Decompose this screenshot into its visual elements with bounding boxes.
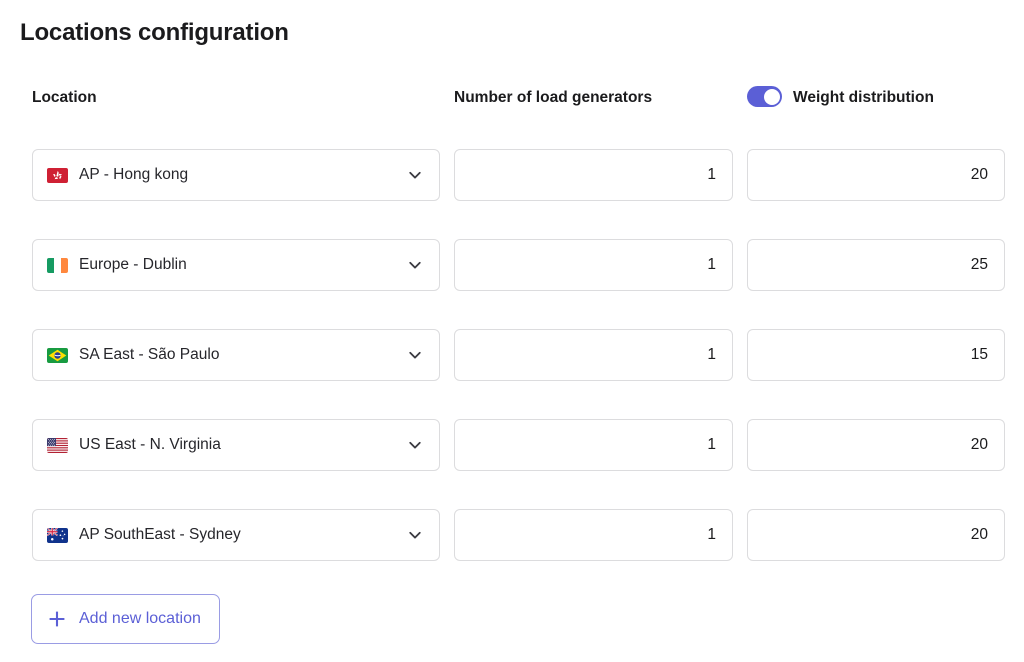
column-header-generators: Number of load generators [454,89,653,106]
location-row: US East - N. Virginia 1 20 [0,419,1024,471]
location-row: SA East - São Paulo 1 15 [0,329,1024,381]
location-row: AP SouthEast - Sydney 1 20 [0,509,1024,561]
load-generators-value: 1 [707,256,716,273]
load-generators-input-4[interactable]: 1 [454,509,733,561]
load-generators-value: 1 [707,346,716,363]
location-select-label: US East - N. Virginia [79,436,221,453]
add-new-location-button[interactable]: Add new location [31,594,220,644]
plus-icon [47,609,67,629]
location-select-2[interactable]: SA East - São Paulo [32,329,440,381]
location-select-0[interactable]: AP - Hong kong [32,149,440,201]
chevron-down-icon[interactable] [407,167,423,183]
load-generators-input-2[interactable]: 1 [454,329,733,381]
location-select-1[interactable]: Europe - Dublin [32,239,440,291]
flag-united-states [47,437,68,453]
weight-distribution-toggle[interactable] [747,86,782,107]
location-select-label: SA East - São Paulo [79,346,220,363]
location-select-3[interactable]: US East - N. Virginia [32,419,440,471]
column-header-weight-distribution: Weight distribution [793,89,934,106]
location-select-4[interactable]: AP SouthEast - Sydney [32,509,440,561]
load-generators-value: 1 [707,526,716,543]
weight-distribution-value: 25 [970,256,988,273]
weight-distribution-value: 15 [970,346,988,363]
locations-list: AP - Hong kong 1 20 Europe - Dublin 1 25 SA Ea… [0,149,1024,599]
location-row: AP - Hong kong 1 20 [0,149,1024,201]
location-select-label: AP SouthEast - Sydney [79,526,241,543]
chevron-down-icon[interactable] [407,527,423,543]
location-select-label: Europe - Dublin [79,256,187,273]
flag-australia [47,527,68,543]
flag-brazil [47,347,68,363]
toggle-knob [764,88,780,105]
chevron-down-icon[interactable] [407,437,423,453]
flag-hong-kong [47,167,68,183]
weight-distribution-value: 20 [970,526,988,543]
load-generators-input-3[interactable]: 1 [454,419,733,471]
weight-distribution-value: 20 [970,166,988,183]
location-select-label: AP - Hong kong [79,166,189,183]
load-generators-value: 1 [707,436,716,453]
location-row: Europe - Dublin 1 25 [0,239,1024,291]
column-headers: Location Number of load generators Weigh… [0,86,1024,114]
load-generators-input-0[interactable]: 1 [454,149,733,201]
weight-distribution-input-2[interactable]: 15 [747,329,1005,381]
load-generators-input-1[interactable]: 1 [454,239,733,291]
weight-distribution-input-1[interactable]: 25 [747,239,1005,291]
page-title: Locations configuration [20,19,289,46]
chevron-down-icon[interactable] [407,347,423,363]
weight-distribution-input-3[interactable]: 20 [747,419,1005,471]
flag-ireland [47,257,68,273]
weight-distribution-input-4[interactable]: 20 [747,509,1005,561]
weight-distribution-value: 20 [970,436,988,453]
chevron-down-icon[interactable] [407,257,423,273]
locations-configuration-page: Locations configuration Location Number … [0,0,1024,662]
add-new-location-label: Add new location [79,610,201,627]
weight-distribution-input-0[interactable]: 20 [747,149,1005,201]
column-header-location: Location [32,89,97,106]
load-generators-value: 1 [707,166,716,183]
